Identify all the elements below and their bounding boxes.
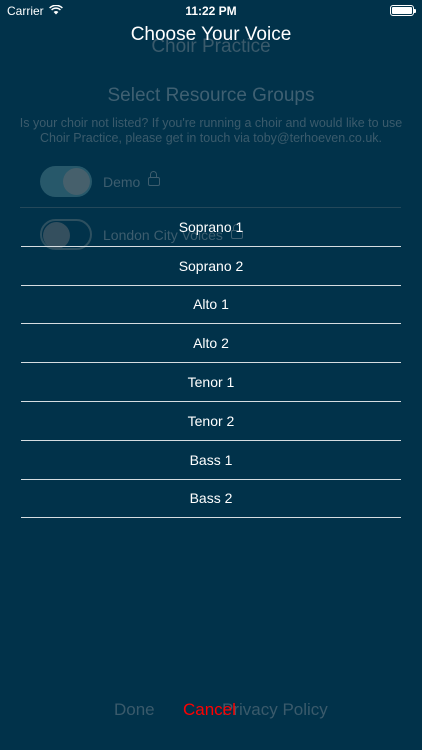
demo-toggle	[40, 166, 92, 197]
voice-option-alto-1[interactable]: Alto 1	[21, 286, 401, 325]
sheet-title: Choose Your Voice	[130, 24, 292, 45]
voice-option-tenor-1[interactable]: Tenor 1	[21, 363, 401, 402]
voice-option-soprano-1[interactable]: Soprano 1	[21, 208, 401, 247]
privacy-policy-link: Privacy Policy	[222, 700, 328, 719]
resource-groups-heading: Select Resource Groups	[107, 85, 315, 106]
resource-groups-description: Is your choir not listed? If you're runn…	[19, 116, 403, 145]
group-row-demo: Demo	[40, 166, 161, 197]
voice-option-soprano-2[interactable]: Soprano 2	[21, 247, 401, 286]
voice-option-alto-2[interactable]: Alto 2	[21, 324, 401, 364]
voice-option-bass-2[interactable]: Bass 2	[21, 480, 401, 519]
lock-icon	[148, 170, 161, 188]
voice-list: Soprano 1 Soprano 2 Alto 1 Alto 2 Tenor …	[21, 208, 401, 519]
done-button: Done	[114, 700, 155, 719]
cancel-button[interactable]: Cancel	[183, 700, 236, 720]
voice-option-tenor-2[interactable]: Tenor 2	[21, 402, 401, 441]
group-label: Demo	[103, 173, 141, 190]
voice-option-bass-1[interactable]: Bass 1	[21, 441, 401, 480]
